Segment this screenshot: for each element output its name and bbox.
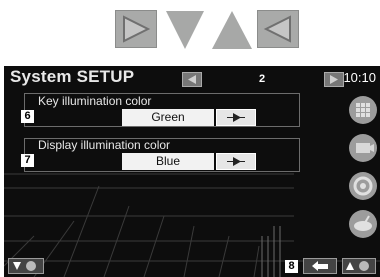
satellite-icon[interactable]	[349, 210, 377, 238]
top-navigation	[0, 0, 380, 55]
system-setup-screen: System SETUP 2 10:10 6 Key illumination …	[4, 66, 380, 277]
page-selector: 2	[182, 72, 344, 88]
triangle-down-icon[interactable]	[166, 11, 204, 49]
return-badge: 8	[285, 260, 298, 273]
key-illumination-next-button[interactable]	[216, 109, 256, 126]
page-prev-button[interactable]	[182, 72, 202, 87]
grid-menu-icon[interactable]	[349, 96, 377, 124]
key-illumination-label: Key illumination color	[38, 94, 152, 108]
page-number: 2	[258, 73, 266, 85]
return-button[interactable]	[303, 258, 337, 274]
scroll-up-button[interactable]	[342, 258, 376, 274]
page-next-button[interactable]	[324, 72, 344, 87]
play-right-icon	[227, 113, 245, 122]
speaker-icon[interactable]	[349, 172, 377, 200]
down-up-icons	[166, 11, 252, 49]
page-title: System SETUP	[10, 67, 135, 86]
display-illumination-label: Display illumination color	[38, 138, 171, 152]
play-left-icon[interactable]	[257, 10, 299, 48]
play-right-icon	[330, 75, 338, 84]
play-right-icon	[227, 157, 245, 166]
display-illumination-value: Blue	[122, 153, 214, 170]
play-right-icon[interactable]	[115, 10, 157, 48]
row-badge: 6	[21, 110, 34, 123]
triangle-up-icon[interactable]	[212, 11, 252, 49]
clock: 10:10	[343, 70, 376, 85]
key-illumination-value: Green	[122, 109, 214, 126]
scroll-down-button[interactable]	[8, 258, 44, 274]
film-icon[interactable]	[349, 134, 377, 162]
display-illumination-next-button[interactable]	[216, 153, 256, 170]
play-left-icon	[188, 75, 196, 84]
row-badge: 7	[21, 154, 34, 167]
return-icon	[312, 261, 328, 271]
